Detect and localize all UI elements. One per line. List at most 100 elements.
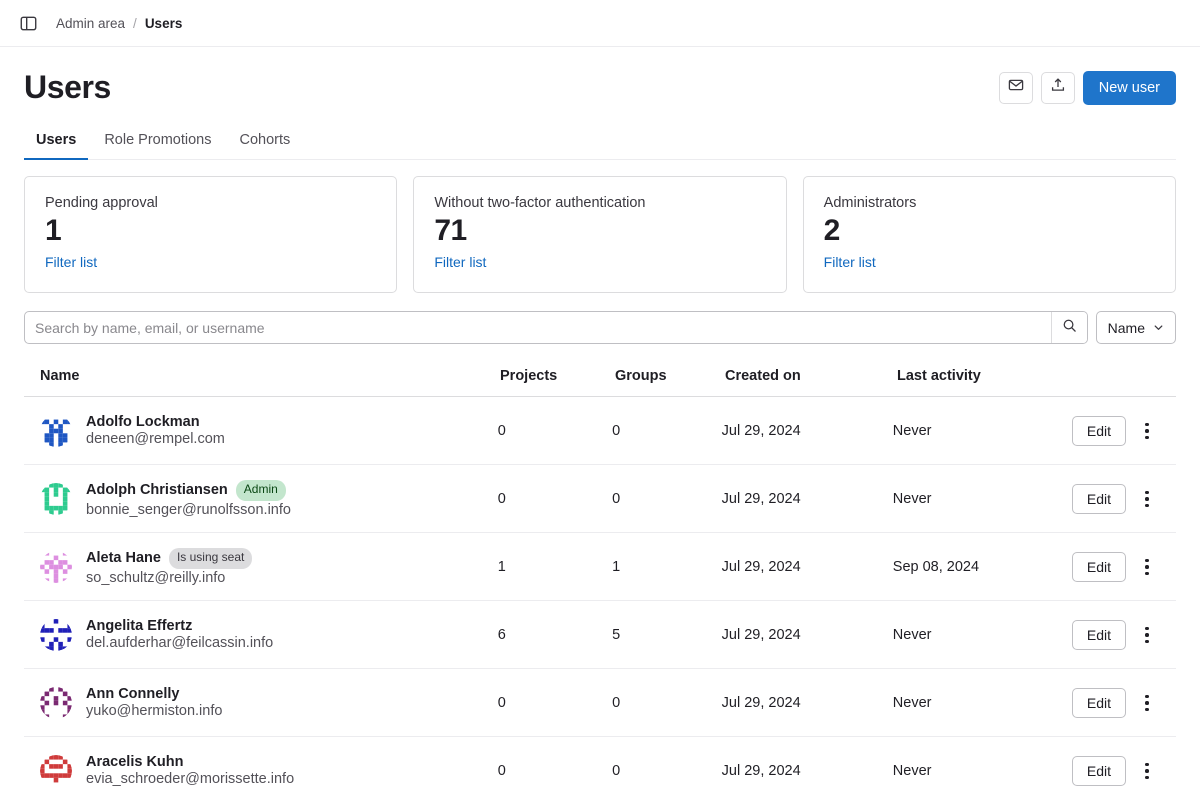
user-name[interactable]: Adolfo Lockman	[86, 414, 200, 430]
row-actions: Edit	[1072, 484, 1160, 514]
filter-list-link[interactable]: Filter list	[434, 254, 486, 270]
groups-count: 1	[612, 559, 721, 575]
user-identity: Adolph Christiansen Admin bonnie_senger@…	[86, 480, 291, 517]
last-activity-date: Never	[893, 695, 1072, 711]
column-header-groups: Groups	[615, 368, 725, 384]
table-row[interactable]: Aracelis Kuhn evia_schroeder@morissette.…	[24, 737, 1176, 800]
export-icon-button[interactable]	[1041, 72, 1075, 104]
filter-list-link[interactable]: Filter list	[45, 254, 97, 270]
breadcrumb-bar: Admin area / Users	[0, 0, 1200, 47]
sidebar-toggle-icon[interactable]	[16, 11, 40, 35]
user-name-cell: Adolfo Lockman deneen@rempel.com	[40, 414, 498, 447]
avatar	[40, 755, 72, 787]
edit-button[interactable]: Edit	[1072, 756, 1126, 786]
stat-card-pending-approval: Pending approval 1 Filter list	[24, 176, 397, 293]
more-options-icon[interactable]	[1134, 416, 1160, 446]
user-email: deneen@rempel.com	[86, 431, 225, 447]
stat-label: Administrators	[824, 195, 1155, 211]
stat-value: 1	[45, 213, 376, 248]
edit-button[interactable]: Edit	[1072, 416, 1126, 446]
breadcrumb-separator: /	[133, 16, 137, 31]
status-badge: Is using seat	[169, 548, 252, 568]
tab-cohorts[interactable]: Cohorts	[228, 124, 303, 160]
new-user-button[interactable]: New user	[1083, 71, 1176, 105]
edit-button[interactable]: Edit	[1072, 688, 1126, 718]
user-name[interactable]: Aracelis Kuhn	[86, 754, 184, 770]
row-actions: Edit	[1072, 552, 1160, 582]
created-on-date: Jul 29, 2024	[722, 423, 893, 439]
last-activity-date: Never	[893, 763, 1072, 779]
tab-role-promotions[interactable]: Role Promotions	[92, 124, 223, 160]
breadcrumb-admin-area[interactable]: Admin area	[56, 16, 125, 31]
column-header-last-activity: Last activity	[897, 368, 1077, 384]
edit-button[interactable]: Edit	[1072, 620, 1126, 650]
user-name[interactable]: Aleta Hane	[86, 550, 161, 566]
user-name-cell: Aleta Hane Is using seat so_schultz@reil…	[40, 548, 498, 585]
status-badge: Admin	[236, 480, 286, 500]
projects-count: 1	[498, 559, 612, 575]
user-name-line: Ann Connelly	[86, 686, 222, 702]
avatar	[40, 483, 72, 515]
user-identity: Ann Connelly yuko@hermiston.info	[86, 686, 222, 719]
tab-users[interactable]: Users	[24, 124, 88, 160]
more-options-icon[interactable]	[1134, 756, 1160, 786]
user-name[interactable]: Angelita Effertz	[86, 618, 192, 634]
projects-count: 6	[498, 627, 612, 643]
tab-bar: Users Role Promotions Cohorts	[24, 124, 1176, 160]
stat-cards: Pending approval 1 Filter list Without t…	[0, 160, 1200, 293]
more-options-icon[interactable]	[1134, 620, 1160, 650]
sort-dropdown-button[interactable]: Name	[1096, 311, 1176, 344]
row-actions: Edit	[1072, 620, 1160, 650]
table-row[interactable]: Adolfo Lockman deneen@rempel.com 0 0 Jul…	[24, 397, 1176, 465]
projects-count: 0	[498, 695, 612, 711]
breadcrumb-current-users: Users	[145, 16, 183, 31]
more-options-icon[interactable]	[1134, 484, 1160, 514]
table-row[interactable]: Angelita Effertz del.aufderhar@feilcassi…	[24, 601, 1176, 669]
created-on-date: Jul 29, 2024	[722, 627, 893, 643]
user-identity: Adolfo Lockman deneen@rempel.com	[86, 414, 225, 447]
groups-count: 0	[612, 695, 721, 711]
avatar	[40, 687, 72, 719]
stat-value: 71	[434, 213, 765, 248]
page-title: Users	[24, 69, 111, 106]
page-header: Users New user	[0, 47, 1200, 106]
user-name-line: Adolph Christiansen Admin	[86, 480, 291, 500]
sort-dropdown-label: Name	[1108, 320, 1145, 336]
avatar	[40, 415, 72, 447]
user-identity: Aleta Hane Is using seat so_schultz@reil…	[86, 548, 252, 585]
search-input[interactable]	[25, 312, 1051, 343]
edit-button[interactable]: Edit	[1072, 484, 1126, 514]
column-header-projects: Projects	[500, 368, 615, 384]
search-field-wrapper	[24, 311, 1088, 344]
more-options-icon[interactable]	[1134, 552, 1160, 582]
user-name-line: Adolfo Lockman	[86, 414, 225, 430]
filter-list-link[interactable]: Filter list	[824, 254, 876, 270]
breadcrumb: Admin area / Users	[56, 16, 182, 31]
last-activity-date: Never	[893, 627, 1072, 643]
stat-card-without-two-factor: Without two-factor authentication 71 Fil…	[413, 176, 786, 293]
table-row[interactable]: Ann Connelly yuko@hermiston.info 0 0 Jul…	[24, 669, 1176, 737]
chevron-down-icon	[1153, 320, 1164, 336]
user-name[interactable]: Ann Connelly	[86, 686, 179, 702]
edit-button[interactable]: Edit	[1072, 552, 1126, 582]
envelope-icon-button[interactable]	[999, 72, 1033, 104]
table-row[interactable]: Adolph Christiansen Admin bonnie_senger@…	[24, 465, 1176, 533]
groups-count: 0	[612, 423, 721, 439]
user-name[interactable]: Adolph Christiansen	[86, 482, 228, 498]
groups-count: 0	[612, 763, 721, 779]
row-actions: Edit	[1072, 756, 1160, 786]
row-actions: Edit	[1072, 416, 1160, 446]
stat-card-administrators: Administrators 2 Filter list	[803, 176, 1176, 293]
table-body: Adolfo Lockman deneen@rempel.com 0 0 Jul…	[24, 397, 1176, 800]
search-submit-button[interactable]	[1051, 312, 1087, 343]
user-email: yuko@hermiston.info	[86, 703, 222, 719]
table-row[interactable]: Aleta Hane Is using seat so_schultz@reil…	[24, 533, 1176, 601]
projects-count: 0	[498, 423, 612, 439]
user-identity: Angelita Effertz del.aufderhar@feilcassi…	[86, 618, 273, 651]
created-on-date: Jul 29, 2024	[722, 491, 893, 507]
user-email: bonnie_senger@runolfsson.info	[86, 502, 291, 518]
upload-export-icon	[1050, 77, 1066, 98]
search-row: Name	[0, 293, 1200, 344]
more-options-icon[interactable]	[1134, 688, 1160, 718]
column-header-name: Name	[40, 368, 500, 384]
